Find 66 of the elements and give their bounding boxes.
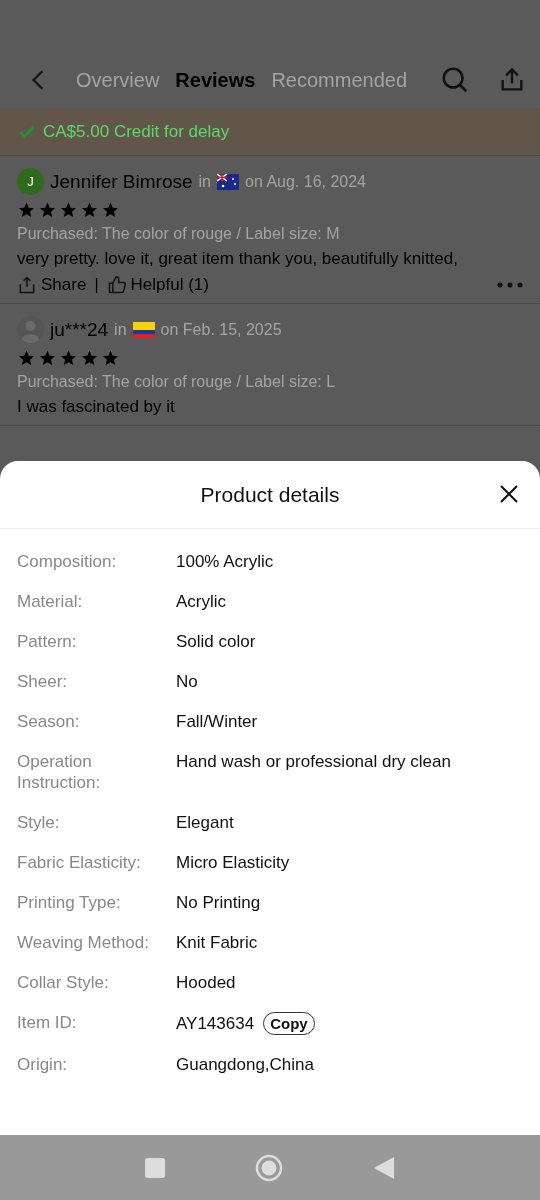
back-icon[interactable] xyxy=(373,1155,395,1180)
star-icon xyxy=(101,201,120,219)
share-button[interactable]: Share xyxy=(17,275,87,295)
tab[interactable]: Recommended xyxy=(263,52,416,108)
review-date: on Aug. 16, 2024 xyxy=(245,172,366,191)
sheet-title: Product details xyxy=(200,482,340,507)
detail-value: 100% Acrylic xyxy=(176,551,274,572)
flag-icon xyxy=(217,173,239,190)
detail-label: Sheer: xyxy=(17,671,69,692)
review-text: very pretty. love it, great item thank you, beautifully knitted, xyxy=(17,249,459,269)
detail-label: Operation Instruction: xyxy=(17,751,102,793)
detail-label: Printing Type: xyxy=(17,892,122,913)
location-label: in xyxy=(198,172,211,191)
detail-value: Hand wash or professional dry clean xyxy=(176,751,451,772)
star-icon xyxy=(17,349,36,367)
detail-value: Hooded xyxy=(176,972,236,993)
detail-label: Origin: xyxy=(17,1054,69,1075)
star-icon xyxy=(59,349,78,367)
avatar: J xyxy=(17,168,44,195)
helpful-button[interactable]: Helpful (1) xyxy=(106,275,209,295)
star-icon xyxy=(80,201,99,219)
home-icon[interactable] xyxy=(255,1153,283,1182)
detail-label: Season: xyxy=(17,711,81,732)
detail-value: Solid color xyxy=(176,631,256,652)
detail-value: No Printing xyxy=(176,892,261,913)
reviewer-name: ju***24 xyxy=(50,318,109,341)
detail-value: AY143634 xyxy=(176,1013,255,1034)
location-label: in xyxy=(114,320,127,339)
star-icon xyxy=(59,201,78,219)
detail-label: Item ID: xyxy=(17,1012,78,1033)
detail-label: Fabric Elasticity: xyxy=(17,852,142,873)
star-icon xyxy=(101,349,120,367)
tab[interactable]: Overview xyxy=(68,52,168,108)
reviewer-name: Jennifer Bimrose xyxy=(50,170,193,193)
detail-value: Elegant xyxy=(176,812,234,833)
detail-value: Acrylic xyxy=(176,591,227,612)
copy-button[interactable]: Copy xyxy=(263,1012,315,1035)
detail-label: Pattern: xyxy=(17,631,78,652)
separator: | xyxy=(94,276,99,294)
detail-value: Fall/Winter xyxy=(176,711,258,732)
more-icon[interactable] xyxy=(497,282,523,288)
review-text: I was fascinated by it xyxy=(17,397,176,417)
search-icon[interactable] xyxy=(440,65,470,95)
detail-label: Collar Style: xyxy=(17,972,110,993)
detail-label: Composition: xyxy=(17,551,118,572)
star-icon xyxy=(38,349,57,367)
purchase-info: Purchased: The color of rouge / Label size: M xyxy=(17,225,341,243)
detail-label: Weaving Method: xyxy=(17,932,150,953)
purchase-info: Purchased: The color of rouge / Label size: L xyxy=(17,373,337,391)
credit-text: CA$5.00 Credit for delay xyxy=(43,121,230,142)
flag-icon xyxy=(132,321,155,338)
detail-value: Guangdong,China xyxy=(176,1054,314,1075)
detail-label: Material: xyxy=(17,591,84,612)
star-icon xyxy=(80,349,99,367)
star-icon xyxy=(38,201,57,219)
detail-label: Style: xyxy=(17,812,61,833)
thumbs-up-icon xyxy=(106,275,127,295)
detail-value: Micro Elasticity xyxy=(176,852,290,873)
share-icon xyxy=(17,275,37,295)
close-icon[interactable] xyxy=(498,483,520,505)
detail-value: No xyxy=(176,671,198,692)
detail-value: Knit Fabric xyxy=(176,932,258,953)
recents-icon[interactable] xyxy=(145,1157,165,1178)
review-date: on Feb. 15, 2025 xyxy=(160,320,282,339)
star-icon xyxy=(17,201,36,219)
tab[interactable]: Reviews xyxy=(167,52,264,108)
